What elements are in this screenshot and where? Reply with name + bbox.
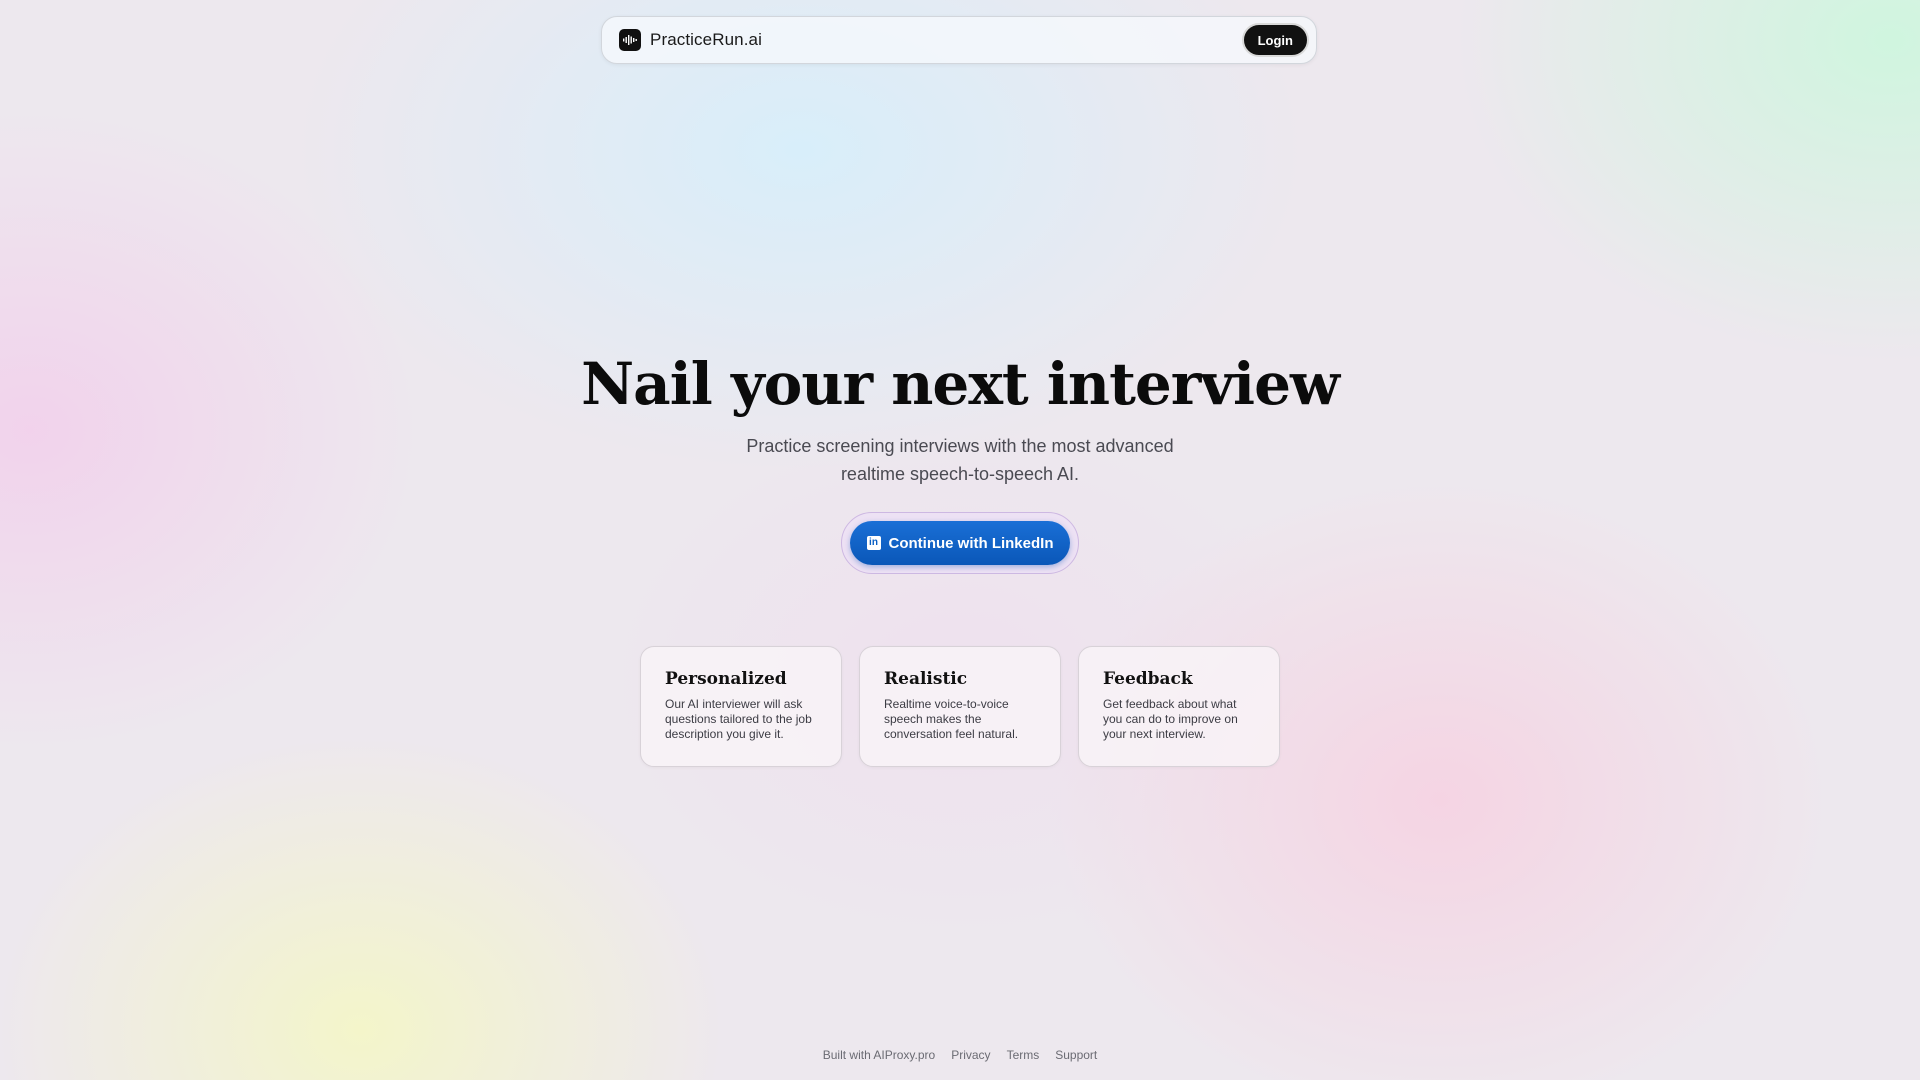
feature-card-personalized: Personalized Our AI interviewer will ask… (640, 646, 842, 767)
feature-card-realistic: Realistic Realtime voice-to-voice speech… (859, 646, 1061, 767)
top-nav-bar: PracticeRun.ai Login (601, 16, 1317, 64)
feature-card-text: Realtime voice-to-voice speech makes the… (884, 697, 1019, 741)
brand-name: PracticeRun.ai (650, 30, 762, 49)
waveform-icon (619, 29, 641, 51)
hero-subtitle: Practice screening interviews with the m… (0, 432, 1920, 488)
hero-subtitle-line-1: Practice screening interviews with the m… (746, 436, 1174, 456)
linkedin-icon: in (866, 536, 881, 550)
brand[interactable]: PracticeRun.ai (619, 29, 762, 51)
cta-ring: in Continue with LinkedIn (841, 512, 1079, 574)
login-button[interactable]: Login (1241, 23, 1309, 57)
hero-title: Nail your next interview (581, 350, 1340, 418)
feature-card-title: Realistic (884, 669, 968, 689)
footer-terms-link[interactable]: Terms (1007, 1048, 1040, 1062)
footer-support-link[interactable]: Support (1055, 1048, 1097, 1062)
continue-with-linkedin-button[interactable]: in Continue with LinkedIn (850, 521, 1070, 565)
footer-built-with-link[interactable]: Built with AIProxy.pro (823, 1048, 936, 1062)
footer: Built with AIProxy.pro Privacy Terms Sup… (0, 1048, 1920, 1062)
hero-subtitle-line-2: realtime speech-to-speech AI. (840, 464, 1080, 484)
feature-card-title: Feedback (1103, 669, 1193, 689)
feature-card-text: Our AI interviewer will ask questions ta… (665, 697, 812, 741)
footer-privacy-link[interactable]: Privacy (951, 1048, 990, 1062)
feature-card-title: Personalized (665, 669, 787, 689)
feature-cards: Personalized Our AI interviewer will ask… (640, 646, 1280, 767)
cta-label: Continue with LinkedIn (888, 534, 1054, 552)
feature-card-text: Get feedback about what you can do to im… (1103, 697, 1238, 741)
feature-card-feedback: Feedback Get feedback about what you can… (1078, 646, 1280, 767)
